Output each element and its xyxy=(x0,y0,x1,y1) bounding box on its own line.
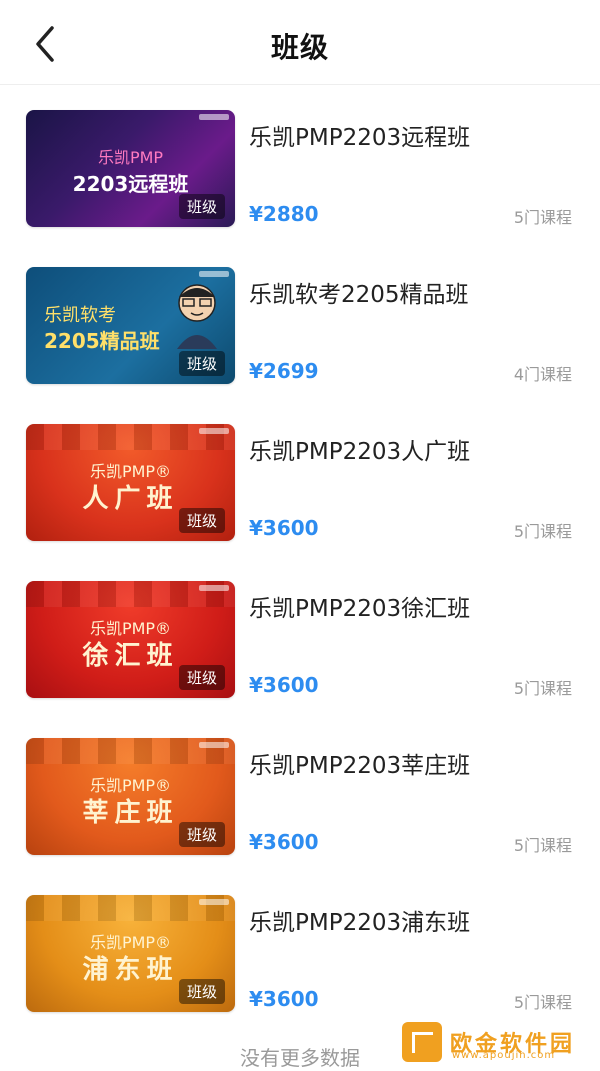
class-badge: 班级 xyxy=(178,508,225,533)
course-count: 5门课程 xyxy=(513,208,572,227)
course-item[interactable]: 乐凯PMP 2203远程班 班级 乐凯PMP2203远程班 ¥2880 5门课程 xyxy=(0,96,600,253)
watermark-url: www.apoujin.com xyxy=(452,1050,556,1061)
class-badge: 班级 xyxy=(178,194,225,219)
course-title[interactable]: 乐凯PMP2203徐汇班 xyxy=(249,589,470,623)
course-thumbnail[interactable]: 乐凯PMP 2203远程班 班级 xyxy=(26,110,235,227)
course-list: 乐凯PMP 2203远程班 班级 乐凯PMP2203远程班 ¥2880 5门课程… xyxy=(0,96,600,1038)
course-thumbnail[interactable]: 乐凯PMP® 浦东班 班级 xyxy=(26,895,235,1012)
course-title[interactable]: 乐凯PMP2203莘庄班 xyxy=(249,746,470,780)
page-title: 班级 xyxy=(270,31,329,64)
course-title[interactable]: 乐凯PMP2203浦东班 xyxy=(249,903,470,937)
course-title[interactable]: 乐凯PMP2203人广班 xyxy=(249,432,470,466)
class-badge: 班级 xyxy=(178,979,225,1004)
thumbnail-line2: 2203远程班 xyxy=(72,172,189,196)
course-item[interactable]: 乐凯PMP® 徐汇班 班级 乐凯PMP2203徐汇班 ¥3600 5门课程 xyxy=(0,567,600,724)
course-item[interactable]: 乐凯PMP® 浦东班 班级 乐凯PMP2203浦东班 ¥3600 5门课程 xyxy=(0,881,600,1038)
teacher-avatar-icon xyxy=(177,284,217,349)
course-count: 5门课程 xyxy=(513,836,572,855)
brand-logo-icon xyxy=(199,742,229,748)
course-item[interactable]: 乐凯PMP® 人广班 班级 乐凯PMP2203人广班 ¥3600 5门课程 xyxy=(0,410,600,567)
course-price: ¥3600 xyxy=(249,673,319,697)
watermark-logo-icon xyxy=(402,1022,442,1062)
course-thumbnail[interactable]: 乐凯软考 2205精品班 班级 xyxy=(26,267,235,384)
course-count: 5门课程 xyxy=(513,993,572,1012)
course-price: ¥2699 xyxy=(249,359,319,383)
course-count: 5门课程 xyxy=(513,522,572,541)
class-badge: 班级 xyxy=(178,665,225,690)
course-price: ¥3600 xyxy=(249,516,319,540)
course-thumbnail[interactable]: 乐凯PMP® 人广班 班级 xyxy=(26,424,235,541)
course-price: ¥2880 xyxy=(249,202,319,226)
course-thumbnail[interactable]: 乐凯PMP® 莘庄班 班级 xyxy=(26,738,235,855)
thumbnail-line1: 乐凯PMP xyxy=(97,148,164,167)
brand-logo-icon xyxy=(199,899,229,905)
top-bar: 班级 xyxy=(0,0,600,85)
watermark: 欧金软件园 www.apoujin.com xyxy=(402,1020,592,1064)
course-title[interactable]: 乐凯软考2205精品班 xyxy=(249,275,469,309)
brand-logo-icon xyxy=(199,114,229,120)
course-count: 4门课程 xyxy=(513,365,572,384)
course-count: 5门课程 xyxy=(513,679,572,698)
course-price: ¥3600 xyxy=(249,830,319,854)
course-title[interactable]: 乐凯PMP2203远程班 xyxy=(249,118,470,152)
brand-logo-icon xyxy=(199,428,229,434)
course-item[interactable]: 乐凯软考 2205精品班 班级 乐凯软考2205精品班 ¥2699 4门课程 xyxy=(0,253,600,410)
course-item[interactable]: 乐凯PMP® 莘庄班 班级 乐凯PMP2203莘庄班 ¥3600 5门课程 xyxy=(0,724,600,881)
class-badge: 班级 xyxy=(178,351,225,376)
brand-logo-icon xyxy=(199,585,229,591)
class-badge: 班级 xyxy=(178,822,225,847)
course-thumbnail[interactable]: 乐凯PMP® 徐汇班 班级 xyxy=(26,581,235,698)
course-price: ¥3600 xyxy=(249,987,319,1011)
